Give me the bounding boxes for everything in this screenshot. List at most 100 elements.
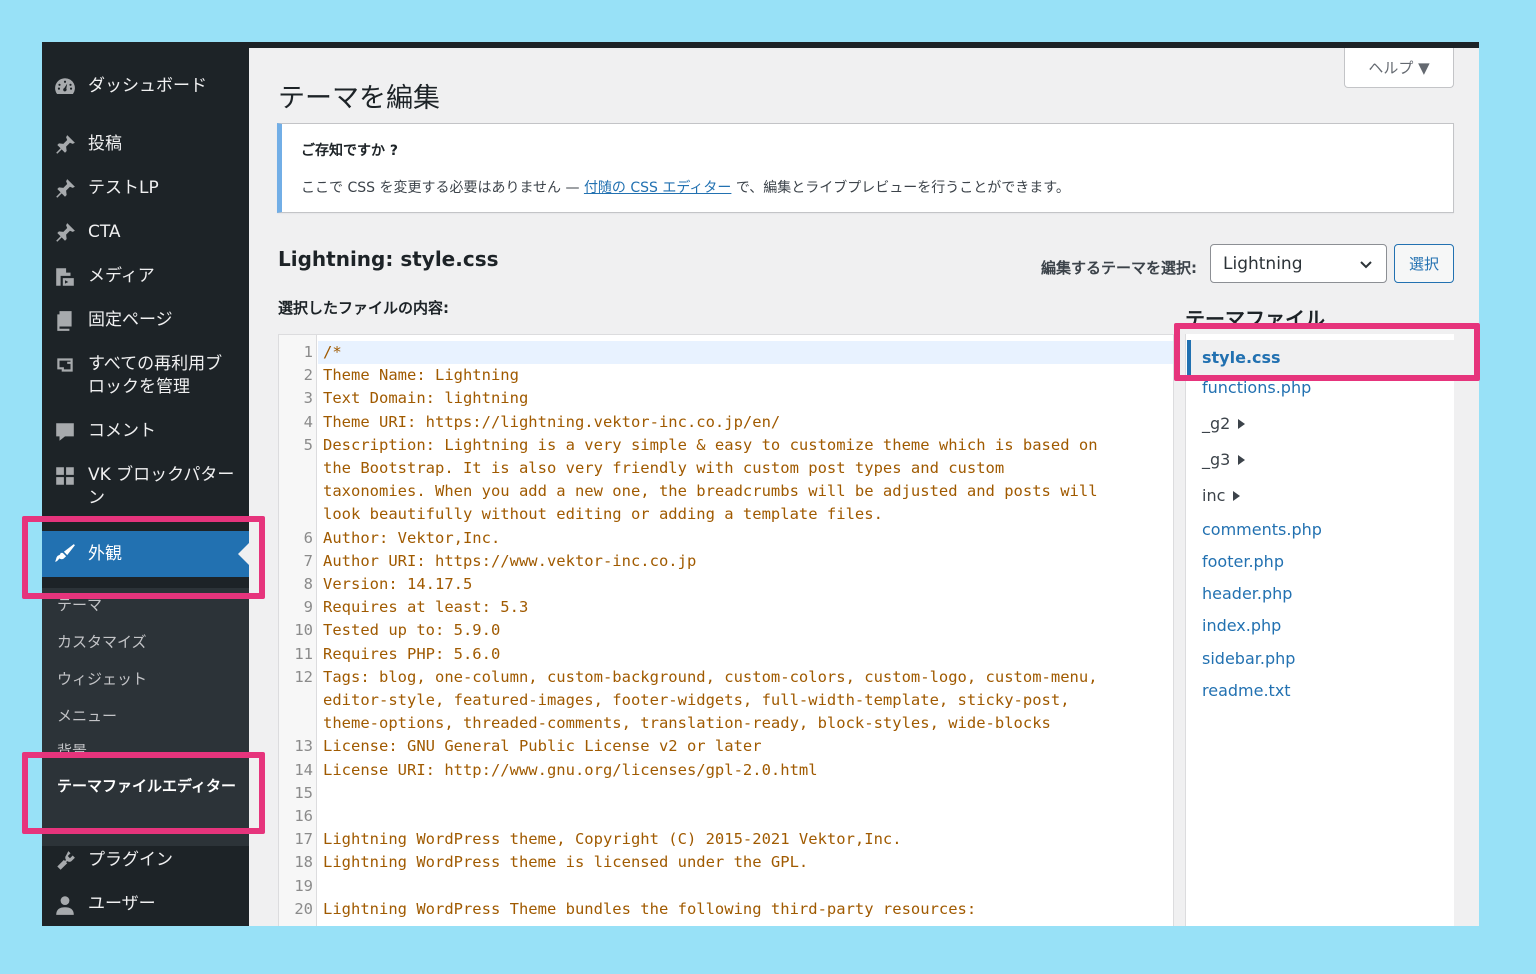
select-theme-button[interactable]: 選択 [1394,244,1454,283]
file-name: header.php [1202,584,1293,603]
submenu-item-widgets[interactable]: ウィジェット [57,669,147,689]
comment-icon [42,420,88,443]
code-text: theme-options, threaded-comments, transl… [323,714,1051,733]
code-text: taxonomies. When you add a new one, the … [323,482,1098,501]
folder-item[interactable]: _g3 [1202,450,1246,469]
line-number: 16 [294,807,313,825]
sidebar-item-label: ダッシュボード [88,76,207,96]
dashboard-icon [42,75,88,98]
code-text: Text Domain: lightning [323,389,529,408]
file-name: index.php [1202,616,1282,635]
sidebar-item-posts[interactable]: 投稿 [42,133,249,156]
sidebar-item-label: プラグイン [88,850,173,870]
code-text: editor-style, featured-images, footer-wi… [323,691,1070,709]
line-number: 6 [303,528,313,547]
sidebar-item-dashboard[interactable]: ダッシュボード [42,75,249,98]
theme-files-list: style.css functions.php _g2 _g3 inc comments.… [1185,334,1455,926]
line-number: 20 [294,899,313,918]
file-name: inc [1202,486,1226,505]
notice-text: ここで CSS を変更する必要はありません — 付随の CSS エディター で、… [301,177,1070,197]
file-title: Lightning: style.css [278,247,499,271]
page-icon [42,309,88,332]
folder-item[interactable]: inc [1202,486,1241,505]
caret-right-icon [1238,454,1246,465]
media-icon [42,265,88,288]
sidebar-item-users[interactable]: ユーザー [42,893,249,916]
sidebar-item-label: テストLP [88,178,159,198]
code-text: Requires at least: 5.3 [323,598,529,617]
sidebar-item-label: コメント [88,421,156,441]
user-icon [42,893,88,916]
line-number: 2 [303,366,313,385]
file-name: _g2 [1202,414,1231,433]
sidebar-item-media[interactable]: メディア [42,265,249,288]
pin-icon [42,133,88,156]
code-text: Theme Name: Lightning [323,366,519,385]
sidebar-item-vkpattern[interactable]: VK ブロックパターン [42,464,249,510]
code-text: Lightning WordPress theme, Copyright (C)… [323,830,902,849]
sidebar-item-label: VK ブロックパターン [88,465,235,508]
block-icon [42,353,88,376]
file-name: footer.php [1202,552,1284,571]
theme-select-label: 編集するテーマを選択: [1041,259,1197,277]
line-number: 1 [303,343,313,361]
code-text: License URI: http://www.gnu.org/licenses… [323,760,818,779]
line-number: 7 [303,551,313,570]
code-text: Author: Vektor,Inc. [323,528,501,547]
chevron-down-icon [1360,260,1372,268]
code-text: Lightning WordPress theme is licensed un… [323,853,809,872]
sidebar-item-cta[interactable]: CTA [42,221,249,244]
code-text: Tags: blog, one-column, custom-backgroun… [323,667,1098,686]
page-title: テーマを編集 [278,83,440,114]
file-content-label: 選択したファイルの内容: [278,299,449,317]
code-text: Description: Lightning is a very simple … [323,435,1098,454]
sidebar-item-testlp[interactable]: テストLP [42,177,249,200]
code-text: look beautifully without editing or addi… [323,505,883,524]
sidebar-item-label: メディア [88,266,155,286]
submenu-item-customize[interactable]: カスタマイズ [57,632,147,652]
file-name: comments.php [1202,520,1322,539]
file-item[interactable]: footer.php [1202,552,1284,571]
code-text: Version: 14.17.5 [323,575,473,593]
highlight-style-css [1174,323,1480,381]
line-number: 3 [303,389,313,408]
sidebar-item-comments[interactable]: コメント [42,420,249,443]
file-item[interactable]: comments.php [1202,520,1322,539]
line-number: 13 [294,737,313,756]
line-number: 5 [303,435,313,454]
help-tab-button[interactable]: ヘルプ ▼ [1344,48,1454,88]
main-content: ヘルプ ▼ テーマを編集 ご存知ですか ? ここで CSS を変更する必要はあり… [249,48,1479,926]
file-item[interactable]: header.php [1202,584,1292,603]
theme-select[interactable]: Lightning [1210,244,1387,283]
info-notice: ご存知ですか ? ここで CSS を変更する必要はありません — 付随の CSS… [277,123,1454,213]
folder-item[interactable]: _g2 [1202,414,1246,433]
code-text: the Bootstrap. It is also very friendly … [323,459,1005,477]
code-text: /* [323,343,342,361]
file-item[interactable]: index.php [1202,616,1281,635]
file-name: readme.txt [1202,681,1291,700]
highlight-appearance-menu [22,516,265,599]
sidebar-item-label: CTA [88,222,121,242]
code-editor[interactable]: 1 /* 2 Theme Name: Lightning 3 Text Domain: l… [278,334,1174,926]
caret-right-icon [1233,490,1241,501]
line-number: 11 [294,644,313,663]
code-text: Lightning WordPress Theme bundles the fo… [323,899,977,918]
code-text: Requires PHP: 5.6.0 [323,644,501,663]
file-item[interactable]: readme.txt [1202,681,1291,700]
file-item[interactable]: sidebar.php [1202,649,1295,668]
line-number: 19 [294,876,313,895]
theme-select-value: Lightning [1223,253,1303,274]
submenu-item-menus[interactable]: メニュー [57,706,117,726]
sidebar-item-plugins[interactable]: プラグイン [42,849,249,872]
sidebar-item-pages[interactable]: 固定ページ [42,309,249,332]
line-number: 14 [294,760,313,779]
line-number: 18 [294,853,313,872]
highlight-theme-file-editor [22,752,265,834]
notice-text-after: で、編集とライブプレビューを行うことができます。 [731,180,1070,196]
active-line-highlight [318,341,1173,364]
line-number: 17 [294,830,313,849]
sidebar-item-label: すべての再利用ブロックを管理 [88,354,223,397]
css-editor-link[interactable]: 付随の CSS エディター [584,180,731,196]
line-number: 10 [294,621,313,640]
sidebar-item-blocks[interactable]: すべての再利用ブロックを管理 [42,353,249,399]
